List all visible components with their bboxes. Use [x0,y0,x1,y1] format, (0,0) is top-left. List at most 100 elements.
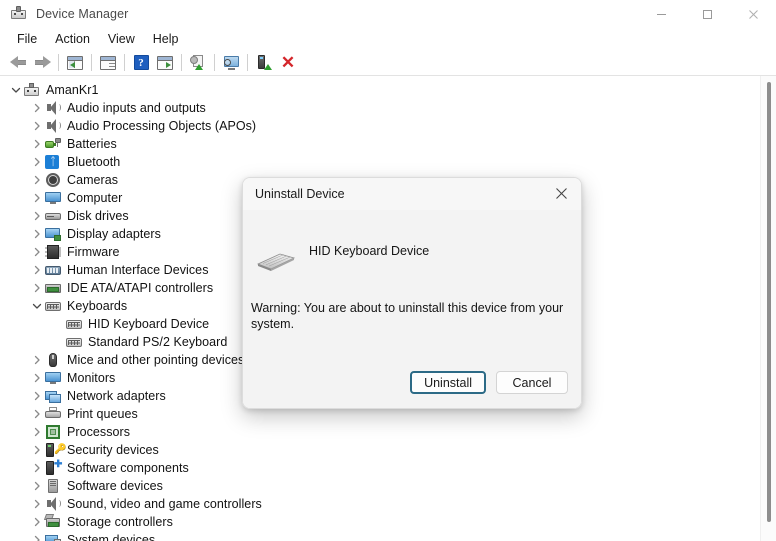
tree-node-software-components[interactable]: ✚ Software components [0,459,760,477]
dialog-warning-text: Warning: You are about to uninstall this… [251,301,564,331]
action-pane-icon [157,55,173,70]
uninstall-device-dialog: Uninstall Device HID Keyboard Device War… [242,177,582,409]
chevron-right-icon[interactable] [29,459,45,477]
chevron-right-icon[interactable] [29,531,45,541]
display-adapter-icon [45,226,61,242]
cancel-button[interactable]: Cancel [496,371,568,394]
forward-arrow-icon [34,56,51,69]
chevron-right-icon[interactable] [29,441,45,459]
device-manager-icon [11,6,27,22]
device-manager-window: Device Manager File Action View Help ? ✕… [0,0,776,541]
properties-button[interactable] [96,52,120,74]
tree-node-label: Audio Processing Objects (APOs) [67,119,257,133]
scrollbar-thumb[interactable] [767,82,771,522]
dialog-body: HID Keyboard Device Warning: You are abo… [243,210,581,408]
chevron-right-icon[interactable] [29,369,45,387]
uninstall-device-button[interactable]: ✕ [276,52,300,74]
close-button[interactable] [730,0,776,28]
toolbar: ? ✕ [0,50,776,76]
tree-node-storage-controllers[interactable]: Storage controllers [0,513,760,531]
system-device-icon [45,532,61,541]
vertical-scrollbar[interactable] [760,76,776,541]
tree-node-label: Mice and other pointing devices [67,353,245,367]
chevron-right-icon[interactable] [29,117,45,135]
keyboard-icon [66,334,82,350]
menu-help[interactable]: Help [144,30,188,48]
back-button[interactable] [6,52,30,74]
tree-node-processors[interactable]: Processors [0,423,760,441]
tree-node-label: Human Interface Devices [67,263,209,277]
tree-node-bluetooth[interactable]: ᛏ Bluetooth [0,153,760,171]
scan-hardware-changes-button[interactable] [219,52,243,74]
tree-node-label: Storage controllers [67,515,173,529]
menu-bar: File Action View Help [0,28,776,50]
tree-node-audio-processing-objects[interactable]: Audio Processing Objects (APOs) [0,117,760,135]
tree-node-label: System devices [67,533,156,541]
chevron-down-icon[interactable] [29,297,45,315]
tree-node-label: Monitors [67,371,116,385]
dialog-close-button[interactable] [541,178,581,209]
chevron-right-icon[interactable] [29,225,45,243]
speaker-icon [45,496,61,512]
tree-node-label: Security devices [67,443,159,457]
tree-node-sound-video-and-game-controllers[interactable]: Sound, video and game controllers [0,495,760,513]
chevron-right-icon[interactable] [29,153,45,171]
chevron-right-icon[interactable] [29,243,45,261]
minimize-button[interactable] [638,0,684,28]
menu-file[interactable]: File [8,30,46,48]
chevron-right-icon[interactable] [29,423,45,441]
chevron-right-icon[interactable] [29,261,45,279]
tree-node-label: Batteries [67,137,117,151]
tree-node-label: Audio inputs and outputs [67,101,206,115]
tree-node-audio-inputs-and-outputs[interactable]: Audio inputs and outputs [0,99,760,117]
camera-icon [45,172,61,188]
chevron-right-icon[interactable] [29,513,45,531]
mouse-icon [45,352,61,368]
toolbar-separator [58,54,59,71]
hid-icon [45,262,61,278]
chevron-right-icon[interactable] [29,171,45,189]
toolbar-separator [247,54,248,71]
show-hide-action-pane-button[interactable] [153,52,177,74]
tree-node-label: Bluetooth [67,155,121,169]
menu-action[interactable]: Action [46,30,99,48]
monitor-icon [45,190,61,206]
menu-view[interactable]: View [99,30,144,48]
processor-icon [45,424,61,440]
tree-node-amankr1[interactable]: AmanKr1 [0,81,760,99]
chevron-right-icon[interactable] [29,135,45,153]
chevron-right-icon[interactable] [29,477,45,495]
tree-node-label: Sound, video and game controllers [67,497,262,511]
chevron-right-icon[interactable] [29,351,45,369]
uninstall-confirm-button[interactable]: Uninstall [410,371,486,394]
scan-hardware-icon [223,55,240,70]
back-arrow-icon [9,56,27,69]
chevron-right-icon[interactable] [29,279,45,297]
show-hide-console-tree-button[interactable] [63,52,87,74]
tree-node-label: Disk drives [67,209,129,223]
chevron-down-icon[interactable] [8,81,24,99]
help-button[interactable]: ? [129,52,153,74]
tree-node-label: Standard PS/2 Keyboard [88,335,228,349]
forward-button[interactable] [30,52,54,74]
chevron-right-icon[interactable] [29,207,45,225]
monitor-icon [45,370,61,386]
maximize-button[interactable] [684,0,730,28]
chevron-right-icon[interactable] [29,387,45,405]
chevron-right-icon[interactable] [29,495,45,513]
chevron-right-icon[interactable] [29,99,45,117]
security-device-icon: 🔑 [45,442,66,458]
title-bar: Device Manager [0,0,776,28]
update-driver-button[interactable] [186,52,210,74]
chevron-right-icon[interactable] [29,405,45,423]
tree-node-system-devices[interactable]: System devices [0,531,760,541]
window-title: Device Manager [36,7,129,21]
tree-node-batteries[interactable]: Batteries [0,135,760,153]
chevron-right-icon[interactable] [29,189,45,207]
speaker-icon [45,118,61,134]
toolbar-separator [124,54,125,71]
tree-node-security-devices[interactable]: 🔑 Security devices [0,441,760,459]
tree-node-software-devices[interactable]: Software devices [0,477,760,495]
enable-device-button[interactable] [252,52,276,74]
tree-expander-placeholder [50,333,66,351]
